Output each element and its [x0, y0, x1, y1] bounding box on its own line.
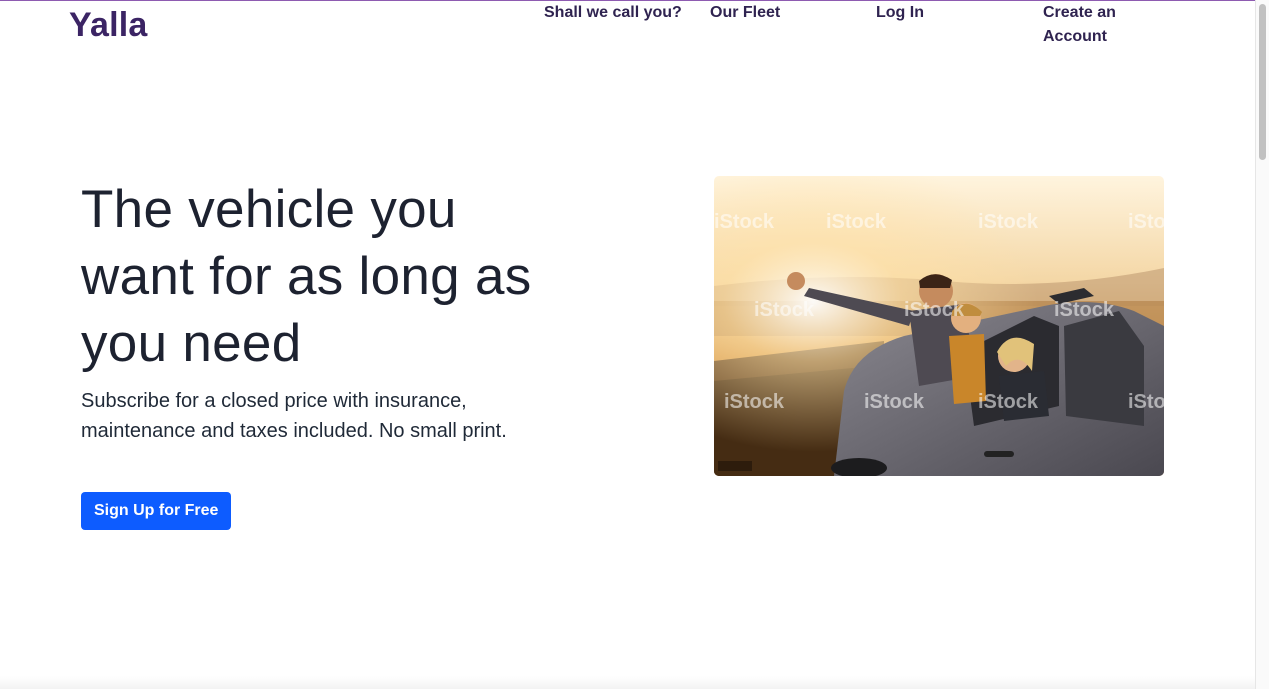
nav-fleet-link[interactable]: Our Fleet: [710, 1, 780, 25]
hero-photo: iStock iStock iStock iStock iStock iStoc…: [714, 176, 1164, 476]
brand-logo[interactable]: Yalla: [69, 8, 148, 42]
svg-text:iStock: iStock: [724, 391, 785, 413]
svg-text:iStock: iStock: [1128, 211, 1164, 233]
vertical-scrollbar[interactable]: [1255, 0, 1269, 689]
sign-up-button[interactable]: Sign Up for Free: [81, 492, 232, 530]
svg-text:iStock: iStock: [904, 299, 965, 321]
nav-login-link[interactable]: Log In: [876, 1, 924, 25]
landing-page: Yalla Shall we call you? Our Fleet Log I…: [0, 0, 1269, 689]
bottom-edge-shadow: [0, 676, 1255, 689]
svg-text:iStock: iStock: [1128, 391, 1164, 413]
hero-title: The vehicle you want for as long as you …: [81, 180, 532, 373]
svg-text:iStock: iStock: [864, 391, 925, 413]
svg-text:iStock: iStock: [826, 211, 887, 233]
scrollbar-thumb[interactable]: [1259, 4, 1266, 160]
svg-text:iStock: iStock: [714, 211, 775, 233]
hero-subtitle: Subscribe for a closed price with insura…: [81, 390, 507, 442]
svg-text:iStock: iStock: [1054, 299, 1115, 321]
svg-text:iStock: iStock: [978, 391, 1039, 413]
svg-text:iStock: iStock: [754, 299, 815, 321]
svg-text:iStock: iStock: [978, 211, 1039, 233]
nav-call-link[interactable]: Shall we call you?: [544, 1, 682, 25]
nav-create-account-link[interactable]: Create an Account: [1043, 1, 1153, 49]
family-car-illustration: iStock iStock iStock iStock iStock iStoc…: [714, 176, 1164, 476]
